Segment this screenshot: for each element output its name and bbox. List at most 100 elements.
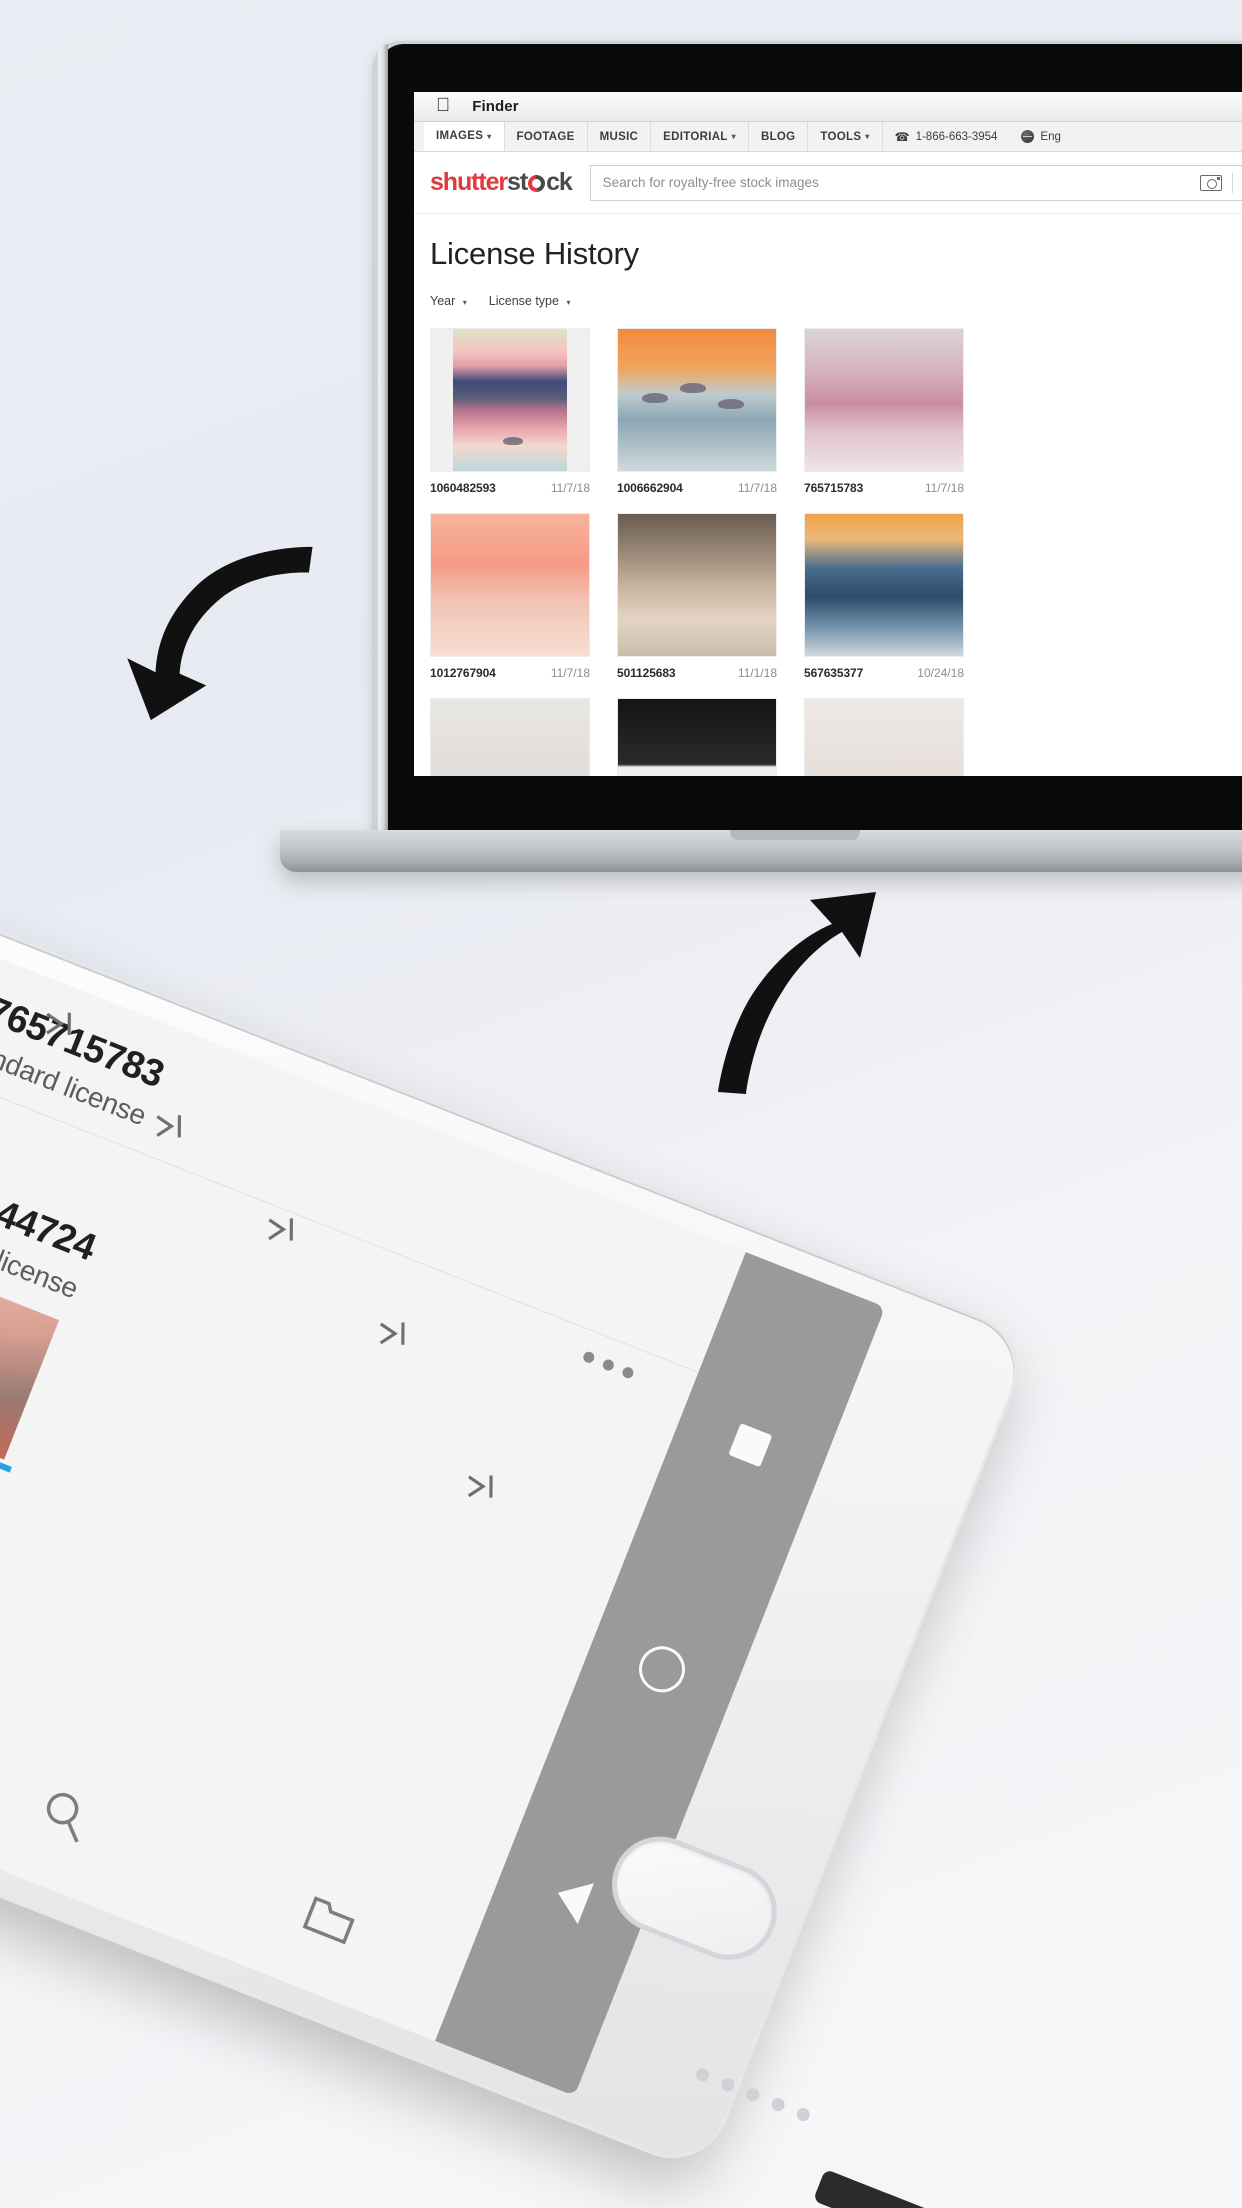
flamingo-shape	[718, 399, 744, 409]
license-item[interactable]: 501125683 11/1/18	[617, 513, 777, 680]
license-meta: 1006662904 11/7/18	[617, 481, 777, 495]
license-thumbnail[interactable]	[617, 328, 777, 472]
thumbnail-art	[453, 329, 567, 471]
flamingo-shape	[642, 393, 668, 403]
license-item[interactable]: 1006662904 11/7/18	[617, 328, 777, 495]
camera-icon[interactable]	[1200, 174, 1223, 191]
license-id: 765715783	[804, 481, 864, 495]
support-phone-number: 1-866-663-3954	[915, 130, 998, 143]
filter-year[interactable]: Year ▾	[430, 294, 467, 308]
license-item[interactable]: 567635377 10/24/18	[804, 513, 964, 680]
license-item[interactable]	[804, 698, 964, 776]
screenshot-stage:  Finder IMAGES ▾ FOOTAGE MUSIC EDITORIA…	[0, 0, 1242, 2208]
license-id: 1006662904	[617, 481, 683, 495]
license-thumbnail[interactable]	[430, 513, 590, 657]
laptop-base	[280, 830, 1242, 872]
license-thumbnail[interactable]	[617, 698, 777, 776]
license-item[interactable]: 1012767904 11/7/18	[430, 513, 590, 680]
nav-tab-music[interactable]: MUSIC	[587, 122, 652, 151]
thumbnail-art	[618, 514, 776, 656]
site-top-navigation: IMAGES ▾ FOOTAGE MUSIC EDITORIAL ▾ BLOG	[414, 122, 1242, 152]
license-thumbnail[interactable]	[804, 698, 964, 776]
folder-icon[interactable]	[294, 1883, 367, 1956]
arrow-pointing-up-right	[718, 892, 876, 1094]
recents-square-icon[interactable]	[728, 1422, 773, 1467]
license-thumbnail[interactable]	[804, 513, 964, 657]
nav-tab-footage[interactable]: FOOTAGE	[504, 122, 588, 151]
license-date: 11/7/18	[550, 666, 590, 680]
shutterstock-logo[interactable]: shutterst ck	[430, 168, 573, 197]
phone-usb-port	[812, 2168, 945, 2208]
arrow-pointing-down-left	[127, 546, 313, 721]
logo-part-2: st	[507, 168, 528, 196]
support-phone[interactable]: ☎ 1-866-663-3954	[883, 122, 1010, 151]
language-label: Eng	[1040, 130, 1061, 143]
search-bar[interactable]: Search for royalty-free stock images All…	[589, 164, 1242, 201]
license-history-page: License History Year ▾ License type ▾ 10…	[414, 214, 1242, 776]
macos-menu-bar:  Finder	[414, 92, 1242, 122]
thumbnail-art	[431, 699, 589, 776]
nav-tab-images[interactable]: IMAGES ▾	[424, 122, 505, 151]
nav-tab-editorial[interactable]: EDITORIAL ▾	[651, 122, 749, 151]
back-triangle-icon[interactable]	[549, 1872, 594, 1925]
license-item[interactable]: 1060482593 11/7/18	[430, 328, 590, 495]
nav-tab-blog[interactable]: BLOG	[748, 122, 809, 151]
page-title: License History	[430, 236, 639, 271]
license-item[interactable]	[430, 698, 590, 776]
globe-icon	[1021, 130, 1035, 143]
thumbnail-art	[805, 514, 963, 656]
license-meta: 567635377 10/24/18	[804, 666, 964, 680]
apple-logo-icon[interactable]: 	[436, 96, 450, 115]
license-id: 1060482593	[430, 481, 496, 495]
filter-license-type-label: License type	[488, 294, 559, 308]
license-thumbnail[interactable]	[430, 328, 590, 472]
nav-tab-footage-label: FOOTAGE	[516, 130, 575, 143]
nav-tab-blog-label: BLOG	[760, 130, 796, 143]
license-item[interactable]: 765715783 11/7/18	[804, 328, 964, 495]
logo-part-3: ck	[546, 168, 573, 196]
flamingo-shape	[503, 437, 523, 445]
license-item[interactable]	[617, 698, 777, 776]
license-thumbnail[interactable]	[617, 513, 777, 657]
laptop-bezel-highlight	[378, 44, 388, 834]
license-date: 11/7/18	[924, 481, 964, 495]
speaker-hole	[769, 2096, 787, 2114]
filter-row: Year ▾ License type ▾	[430, 294, 1242, 308]
nav-tab-music-label: MUSIC	[599, 130, 639, 143]
speaker-hole	[744, 2086, 762, 2104]
active-app-name: Finder	[458, 98, 518, 115]
search-divider	[1232, 172, 1234, 193]
license-id: 501125683	[617, 666, 676, 680]
license-thumbnail[interactable]	[430, 698, 590, 776]
license-id: 1012767904	[430, 666, 496, 680]
filter-license-type[interactable]: License type ▾	[489, 294, 571, 308]
nav-tab-images-label: IMAGES	[436, 130, 484, 142]
nav-tab-tools[interactable]: TOOLS ▾	[808, 122, 883, 151]
license-date: 11/7/18	[737, 481, 777, 495]
license-meta: 1012767904 11/7/18	[430, 666, 590, 680]
license-date: 11/7/18	[550, 481, 590, 495]
nav-tab-editorial-label: EDITORIAL	[663, 130, 728, 143]
phone-icon: ☎	[894, 129, 910, 144]
chevron-down-icon: ▾	[566, 298, 571, 307]
thumbnail-art	[618, 699, 776, 776]
site-header: shutterst ck Search for royalty-free stoc…	[414, 152, 1242, 214]
laptop-notch	[730, 830, 860, 840]
search-input[interactable]: Search for royalty-free stock images	[591, 175, 1201, 190]
thumbnail-art	[805, 329, 963, 471]
chevron-down-icon: ▾	[487, 131, 492, 141]
license-meta: 501125683 11/1/18	[617, 666, 777, 680]
license-history-grid: 1060482593 11/7/18 1006662904 11/7/18 76…	[430, 328, 1242, 776]
logo-o-mark-icon	[524, 171, 549, 196]
flamingo-shape	[680, 383, 706, 393]
language-selector[interactable]: Eng	[1009, 122, 1072, 151]
chevron-down-icon: ▾	[865, 132, 870, 141]
search-icon[interactable]	[29, 1778, 102, 1851]
thumbnail-art	[431, 514, 589, 656]
home-circle-icon[interactable]	[632, 1639, 692, 1700]
license-meta: 1060482593 11/7/18	[430, 481, 590, 495]
logo-part-1: shutter	[430, 168, 508, 196]
laptop-screen:  Finder IMAGES ▾ FOOTAGE MUSIC EDITORIA…	[414, 92, 1242, 776]
license-thumbnail[interactable]	[804, 328, 964, 472]
speaker-hole	[794, 2106, 812, 2123]
